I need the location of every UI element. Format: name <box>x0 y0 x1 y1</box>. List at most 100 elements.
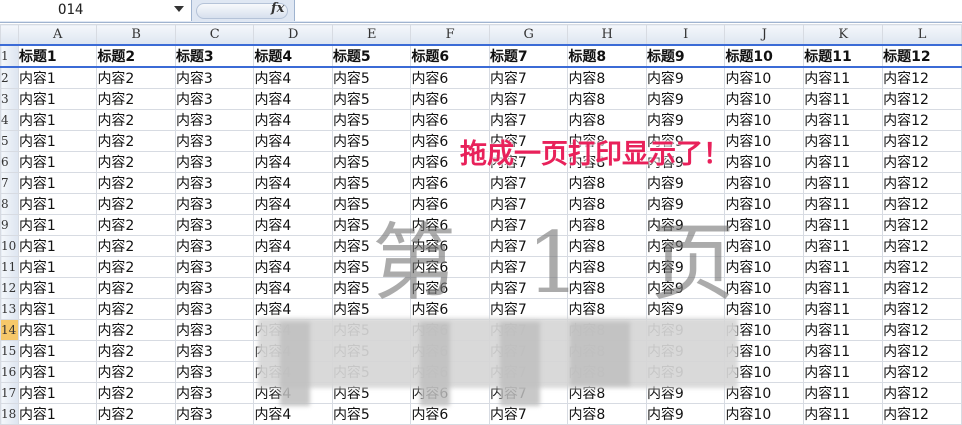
cell[interactable]: 标题4 <box>253 44 333 67</box>
cell[interactable]: 内容6 <box>410 339 490 362</box>
cell[interactable]: 内容2 <box>96 171 176 194</box>
column-header-c[interactable]: C <box>174 24 255 45</box>
row-header[interactable]: 16 <box>0 360 19 383</box>
cell[interactable]: 内容5 <box>331 66 412 89</box>
cell[interactable]: 内容12 <box>882 318 962 341</box>
row-header[interactable]: 7 <box>0 171 19 194</box>
cell[interactable]: 内容10 <box>724 402 805 425</box>
cell[interactable]: 内容12 <box>882 171 962 194</box>
row-header[interactable]: 8 <box>0 192 19 215</box>
cell[interactable]: 内容5 <box>331 192 412 215</box>
cell[interactable]: 内容9 <box>645 150 726 173</box>
cell[interactable]: 内容7 <box>488 276 569 299</box>
cell[interactable]: 内容9 <box>645 234 726 257</box>
cell[interactable]: 内容11 <box>803 297 884 320</box>
fx-icon[interactable]: fx <box>271 1 284 16</box>
cell[interactable]: 内容11 <box>803 381 884 404</box>
cell[interactable]: 内容12 <box>882 402 962 425</box>
cell[interactable]: 内容9 <box>645 297 726 320</box>
cell[interactable]: 内容10 <box>724 360 805 383</box>
cell[interactable]: 内容6 <box>410 129 490 152</box>
cell[interactable]: 内容7 <box>488 360 569 383</box>
cell[interactable]: 内容9 <box>645 402 726 425</box>
cell[interactable]: 内容6 <box>410 360 490 383</box>
cell[interactable]: 内容3 <box>174 318 255 341</box>
cell[interactable]: 内容9 <box>645 66 726 89</box>
column-header-a[interactable]: A <box>17 24 98 45</box>
cell[interactable]: 标题7 <box>488 44 569 67</box>
cell[interactable]: 内容12 <box>882 108 962 131</box>
cell[interactable]: 内容9 <box>645 108 726 131</box>
cell[interactable]: 内容12 <box>882 276 962 299</box>
cell[interactable]: 内容1 <box>17 234 98 257</box>
cell[interactable]: 内容10 <box>724 192 805 215</box>
cell[interactable]: 内容2 <box>96 108 176 131</box>
cell[interactable]: 内容5 <box>331 150 412 173</box>
cell[interactable]: 标题1 <box>17 44 98 67</box>
cell[interactable]: 内容3 <box>174 339 255 362</box>
column-header-d[interactable]: D <box>253 24 333 45</box>
cell[interactable]: 内容9 <box>645 255 726 278</box>
cell[interactable]: 内容10 <box>724 171 805 194</box>
row-header[interactable]: 4 <box>0 108 19 131</box>
column-header-k[interactable]: K <box>803 24 884 45</box>
cell[interactable]: 内容5 <box>331 213 412 236</box>
cell[interactable]: 内容12 <box>882 192 962 215</box>
cell[interactable]: 内容12 <box>882 150 962 173</box>
cell[interactable]: 内容2 <box>96 339 176 362</box>
cell[interactable]: 内容3 <box>174 150 255 173</box>
cell[interactable]: 内容11 <box>803 255 884 278</box>
cell[interactable]: 内容5 <box>331 171 412 194</box>
cell[interactable]: 内容11 <box>803 129 884 152</box>
cell[interactable]: 内容7 <box>488 108 569 131</box>
cell[interactable]: 内容8 <box>567 381 647 404</box>
cell[interactable]: 内容6 <box>410 381 490 404</box>
cell[interactable]: 内容4 <box>253 108 333 131</box>
row-header[interactable]: 18 <box>0 402 19 425</box>
cell[interactable]: 内容3 <box>174 66 255 89</box>
row-header[interactable]: 2 <box>0 66 19 89</box>
cell[interactable]: 内容2 <box>96 297 176 320</box>
cell[interactable]: 内容9 <box>645 276 726 299</box>
cell[interactable]: 内容4 <box>253 129 333 152</box>
row-header[interactable]: 1 <box>0 44 19 67</box>
cell[interactable]: 内容10 <box>724 108 805 131</box>
cell[interactable]: 内容8 <box>567 87 647 110</box>
cell[interactable]: 内容5 <box>331 87 412 110</box>
cell[interactable]: 内容3 <box>174 297 255 320</box>
cell[interactable]: 内容10 <box>724 276 805 299</box>
cell[interactable]: 内容7 <box>488 381 569 404</box>
column-header-g[interactable]: G <box>488 24 569 45</box>
cell[interactable]: 内容5 <box>331 360 412 383</box>
cell[interactable]: 内容1 <box>17 255 98 278</box>
cell[interactable]: 内容2 <box>96 213 176 236</box>
cell[interactable]: 内容2 <box>96 87 176 110</box>
cell[interactable]: 内容11 <box>803 213 884 236</box>
cell[interactable]: 标题3 <box>174 44 255 67</box>
cell[interactable]: 内容1 <box>17 276 98 299</box>
row-header[interactable]: 17 <box>0 381 19 404</box>
cell[interactable]: 内容1 <box>17 150 98 173</box>
cell[interactable]: 内容5 <box>331 297 412 320</box>
cell[interactable]: 内容11 <box>803 171 884 194</box>
cell[interactable]: 内容11 <box>803 108 884 131</box>
row-header[interactable]: 5 <box>0 129 19 152</box>
cell[interactable]: 内容4 <box>253 66 333 89</box>
cell[interactable]: 内容8 <box>567 150 647 173</box>
cell[interactable]: 内容2 <box>96 360 176 383</box>
row-header[interactable]: 6 <box>0 150 19 173</box>
cell[interactable]: 内容10 <box>724 87 805 110</box>
cell[interactable]: 内容9 <box>645 360 726 383</box>
cell[interactable]: 内容4 <box>253 339 333 362</box>
cell[interactable]: 内容1 <box>17 87 98 110</box>
row-header[interactable]: 3 <box>0 87 19 110</box>
cell[interactable]: 内容2 <box>96 276 176 299</box>
cell[interactable]: 内容3 <box>174 276 255 299</box>
cell[interactable]: 内容11 <box>803 150 884 173</box>
cell[interactable]: 内容6 <box>410 108 490 131</box>
cell[interactable]: 内容4 <box>253 234 333 257</box>
cell[interactable]: 内容4 <box>253 255 333 278</box>
cell[interactable]: 内容3 <box>174 171 255 194</box>
cell[interactable]: 内容12 <box>882 381 962 404</box>
cell[interactable]: 内容7 <box>488 297 569 320</box>
